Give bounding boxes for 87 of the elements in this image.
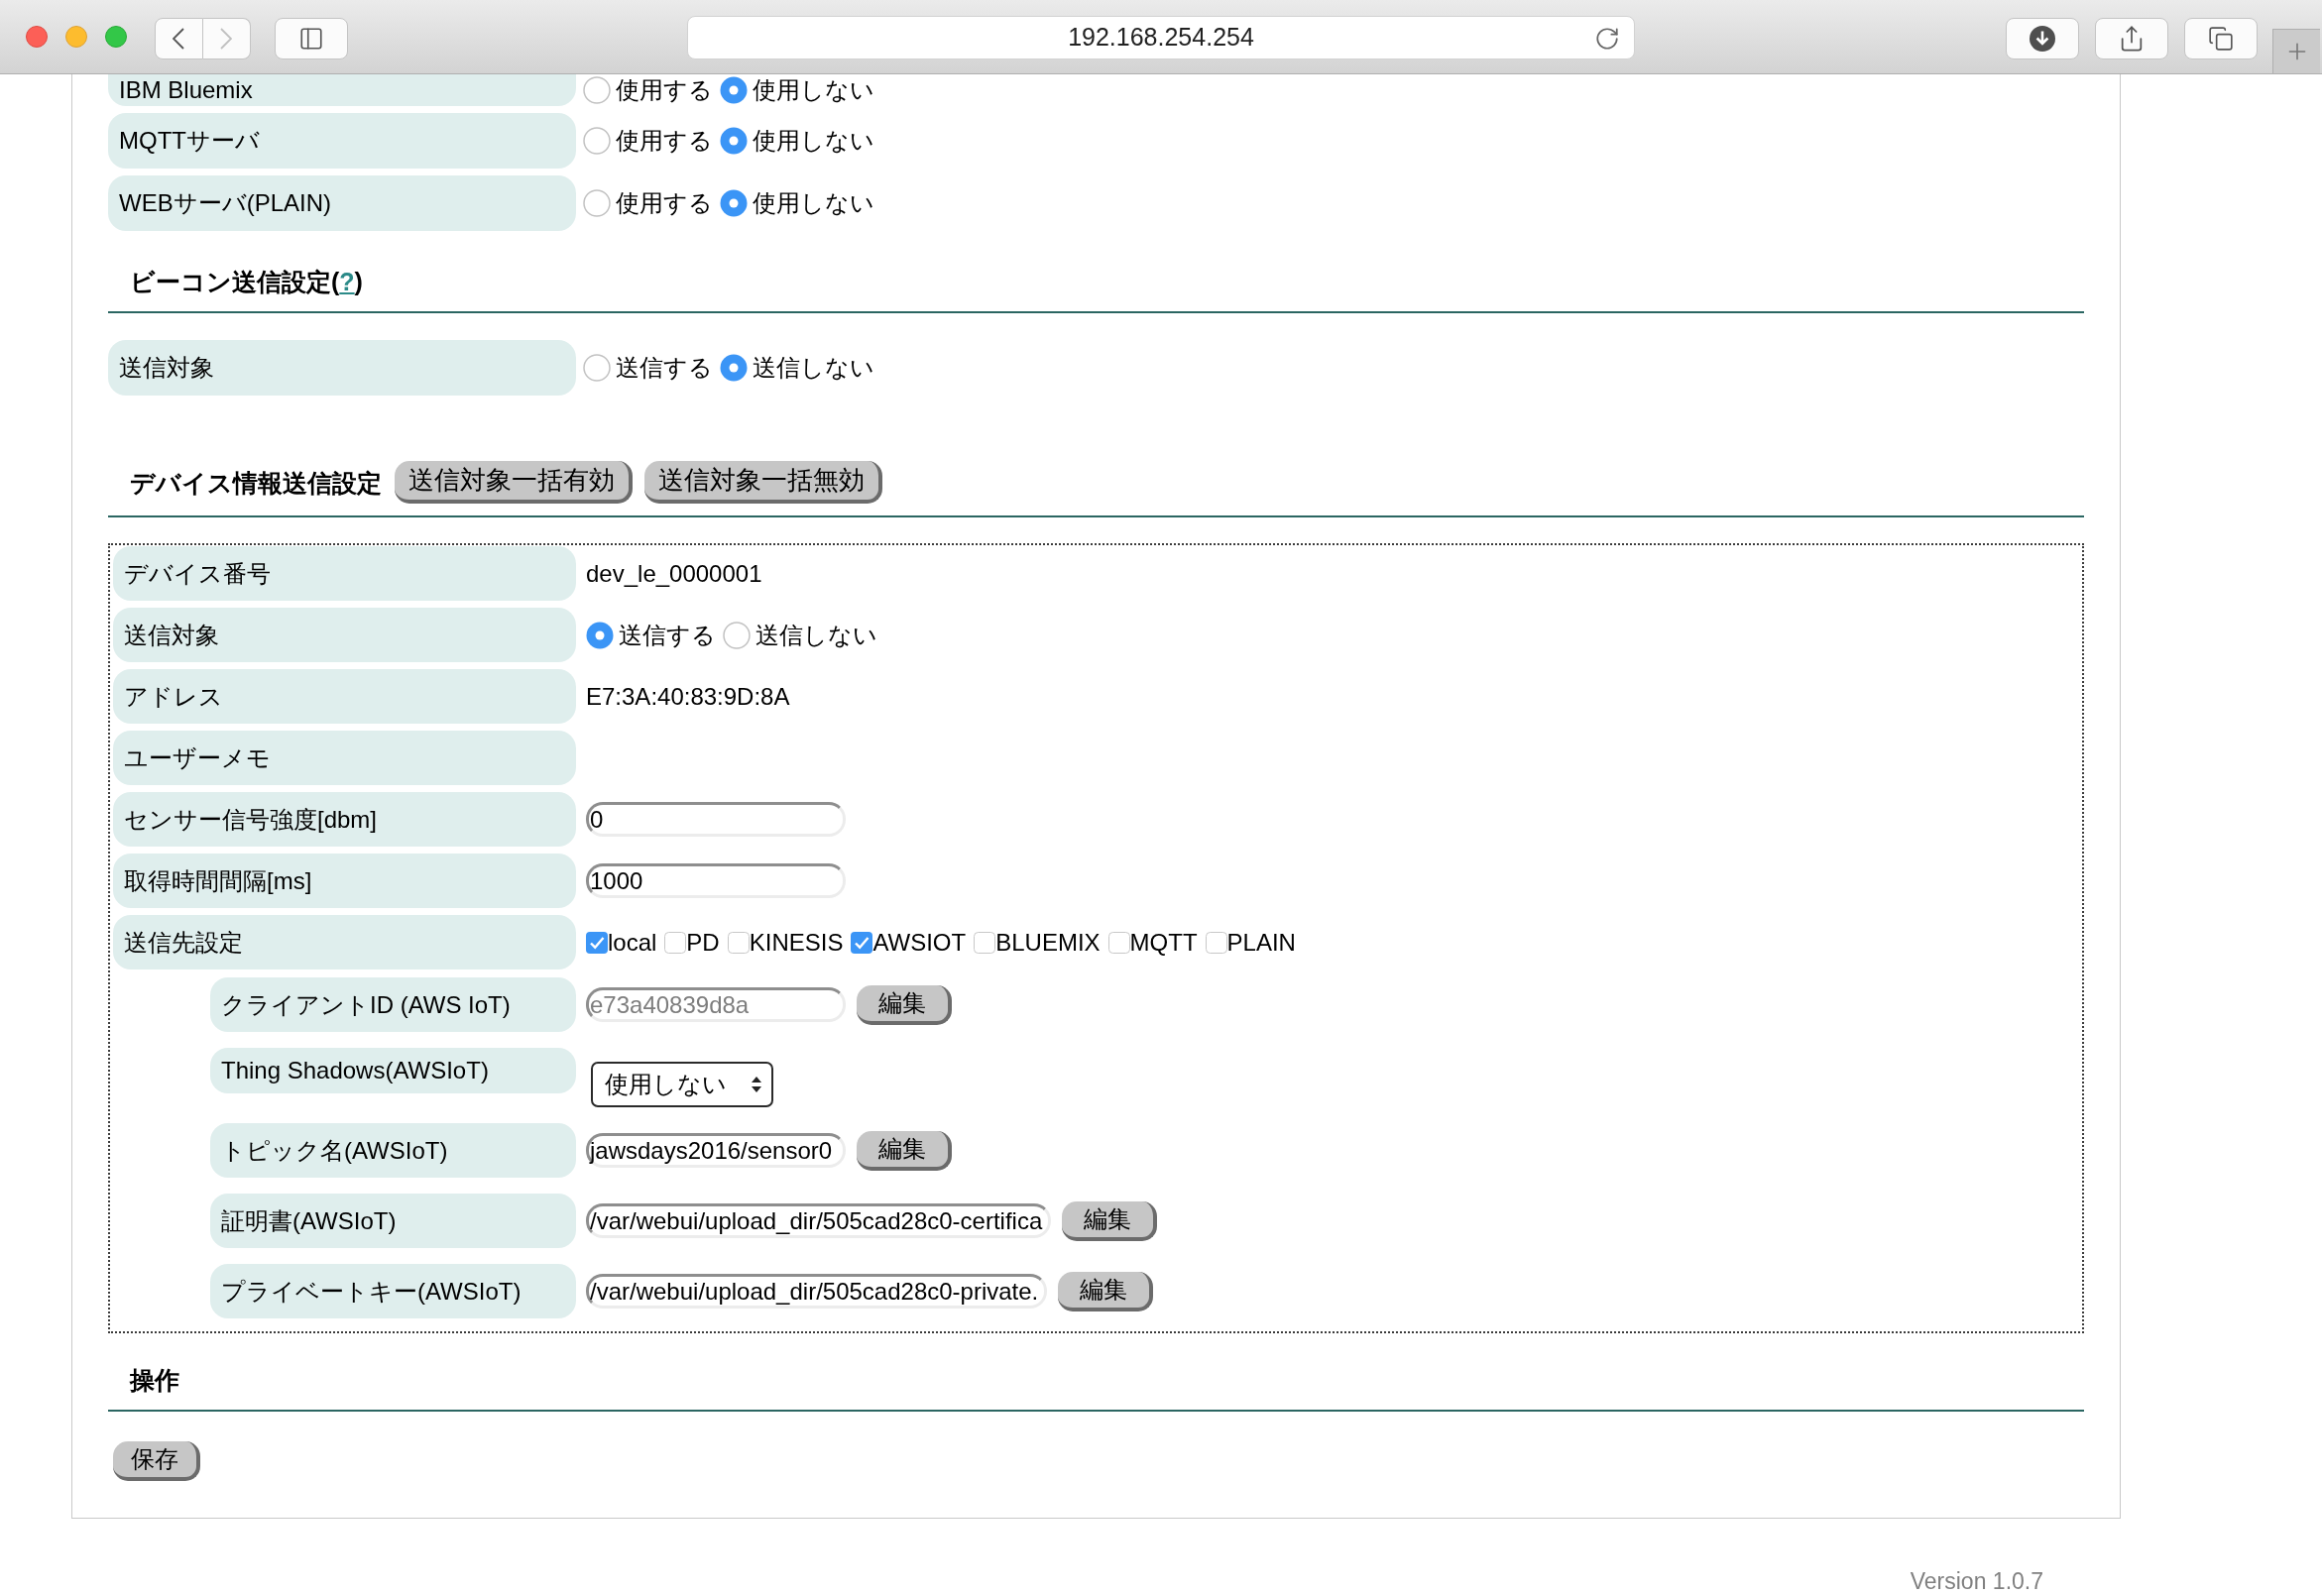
text-field[interactable]: /var/webui/upload_dir/505cad28c0-certifica xyxy=(586,1203,1052,1238)
edit-button[interactable]: 編集 xyxy=(857,1130,952,1171)
radio-button[interactable] xyxy=(720,354,748,382)
radio-button[interactable] xyxy=(583,189,611,217)
radio-label: 送信する xyxy=(619,621,716,649)
radio-label: 送信しない xyxy=(753,354,874,382)
up-down-caret-icon xyxy=(752,1077,761,1092)
radio-button[interactable] xyxy=(720,189,748,217)
field-label: IBM Bluemix xyxy=(108,74,576,106)
radio-label: 送信しない xyxy=(755,621,877,649)
checkbox-label: PD xyxy=(686,927,720,958)
checkbox[interactable] xyxy=(1107,931,1130,954)
field-label: トピック名(AWSIoT) xyxy=(210,1123,576,1178)
checkbox[interactable] xyxy=(727,931,750,954)
field-label: クライアントID (AWS IoT) xyxy=(210,977,576,1032)
section-heading: ビーコン送信設定(?) xyxy=(130,267,363,297)
radio-label: 使用する xyxy=(616,127,713,155)
edit-button[interactable]: 編集 xyxy=(857,984,952,1025)
field-label: アドレス xyxy=(113,669,576,724)
action-button[interactable]: 保存 xyxy=(113,1441,200,1481)
radio-button[interactable] xyxy=(720,127,748,155)
action-button[interactable]: 送信対象一括有効 xyxy=(395,461,633,504)
checkbox-label: local xyxy=(608,927,657,958)
checkbox-label: PLAIN xyxy=(1226,927,1296,958)
reload-icon[interactable] xyxy=(1594,26,1620,52)
checkbox[interactable] xyxy=(1205,931,1227,954)
chevron-right-icon xyxy=(220,28,233,50)
maximize-window-icon[interactable] xyxy=(105,26,127,48)
action-button[interactable]: 送信対象一括無効 xyxy=(644,461,882,504)
share-button[interactable] xyxy=(2095,18,2168,59)
field-label: 送信対象 xyxy=(113,608,576,662)
download-button[interactable] xyxy=(2006,18,2079,59)
radio-label: 使用しない xyxy=(753,76,874,104)
field-value: E7:3A:40:83:9D:8A xyxy=(586,681,790,712)
radio-button[interactable] xyxy=(723,621,751,649)
field-label: 証明書(AWSIoT) xyxy=(210,1194,576,1248)
text-field[interactable]: /var/webui/upload_dir/505cad28c0-private. xyxy=(586,1274,1048,1309)
section-heading: デバイス情報送信設定 xyxy=(130,467,382,499)
field-label: デバイス番号 xyxy=(113,546,576,601)
tabs-button[interactable] xyxy=(2184,18,2258,59)
field-label: プライベートキー(AWSIoT) xyxy=(210,1264,576,1318)
field-label: 送信先設定 xyxy=(113,915,576,969)
field-value: dev_le_0000001 xyxy=(586,558,762,589)
radio-label: 使用する xyxy=(616,189,713,217)
minimize-window-icon[interactable] xyxy=(65,26,87,48)
field-label: MQTTサーバ xyxy=(108,113,576,169)
checkbox[interactable] xyxy=(974,931,996,954)
field-label: 送信対象 xyxy=(108,340,576,396)
checkbox-label: KINESIS xyxy=(749,927,844,958)
field-label: センサー信号強度[dbm] xyxy=(113,792,576,847)
new-tab-button[interactable] xyxy=(2272,29,2320,73)
radio-button[interactable] xyxy=(720,76,748,104)
field-label: WEBサーバ(PLAIN) xyxy=(108,175,576,231)
radio-button[interactable] xyxy=(586,621,614,649)
address-bar[interactable]: 192.168.254.254 xyxy=(687,16,1635,59)
download-icon xyxy=(2030,26,2055,52)
edit-button[interactable]: 編集 xyxy=(1058,1271,1154,1311)
checkbox-label: MQTT xyxy=(1129,927,1198,958)
section-heading: 操作 xyxy=(130,1365,179,1396)
checkbox-label: BLUEMIX xyxy=(995,927,1101,958)
radio-button[interactable] xyxy=(583,354,611,382)
checkbox-label: AWSIOT xyxy=(872,927,967,958)
radio-button[interactable] xyxy=(583,76,611,104)
edit-button[interactable]: 編集 xyxy=(1062,1200,1158,1241)
checkbox[interactable] xyxy=(851,931,873,954)
text-field[interactable]: jawsdays2016/sensor0 xyxy=(586,1133,846,1168)
sidebar-button[interactable] xyxy=(275,18,348,59)
radio-label: 使用しない xyxy=(753,189,874,217)
field-label: ユーザーメモ xyxy=(113,731,576,785)
select-dropdown[interactable]: 使用しない xyxy=(591,1062,773,1107)
checkbox[interactable] xyxy=(586,931,608,954)
version-text: Version 1.0.7 xyxy=(1910,1567,2043,1596)
overlapping-squares-icon xyxy=(2208,26,2234,52)
radio-button[interactable] xyxy=(583,127,611,155)
chevron-left-icon xyxy=(173,28,185,50)
field-label: 取得時間間隔[ms] xyxy=(113,854,576,908)
text-field[interactable]: 0 xyxy=(586,802,846,837)
close-window-icon[interactable] xyxy=(26,26,48,48)
text-field[interactable]: 1000 xyxy=(586,863,846,898)
radio-label: 使用する xyxy=(616,76,713,104)
back-button[interactable] xyxy=(155,18,203,59)
checkbox[interactable] xyxy=(664,931,687,954)
radio-label: 使用しない xyxy=(753,127,874,155)
radio-label: 送信する xyxy=(616,354,713,382)
help-link[interactable]: ? xyxy=(339,268,355,295)
field-label: Thing Shadows(AWSIoT) xyxy=(210,1048,576,1093)
text-field[interactable]: e73a40839d8a xyxy=(586,987,846,1022)
